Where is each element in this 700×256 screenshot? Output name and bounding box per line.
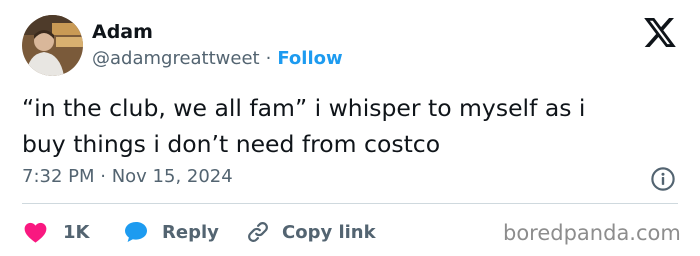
like-button[interactable]: 1K (24, 218, 89, 246)
x-logo-icon[interactable] (644, 18, 676, 47)
divider (22, 203, 678, 204)
follow-button[interactable]: Follow (277, 48, 342, 69)
author-handle-line: @adamgreattweet · Follow (92, 47, 343, 71)
tweet-text: “in the club, we all fam” i whisper to m… (22, 90, 682, 162)
avatar[interactable] (22, 15, 83, 76)
reply-button[interactable]: Reply (124, 218, 219, 246)
author-name[interactable]: Adam (92, 20, 153, 44)
heart-icon (24, 222, 47, 243)
info-icon[interactable] (650, 166, 676, 192)
like-count: 1K (63, 221, 90, 243)
handle-separator: · (265, 48, 272, 69)
copy-link-button[interactable]: Copy link (246, 218, 376, 246)
tweet-timestamp[interactable]: 7:32 PM · Nov 15, 2024 (22, 165, 233, 189)
tweet-text-line: buy things i don’t need from costco (22, 130, 441, 158)
copy-link-label: Copy link (282, 221, 376, 243)
avatar-photo (22, 15, 83, 76)
link-icon (248, 222, 268, 242)
tweet-text-line: “in the club, we all fam” i whisper to m… (22, 94, 586, 122)
reply-label: Reply (162, 221, 219, 243)
speech-bubble-icon (125, 222, 147, 242)
author-handle[interactable]: @adamgreattweet (92, 48, 260, 69)
watermark: boredpanda.com (503, 221, 681, 245)
